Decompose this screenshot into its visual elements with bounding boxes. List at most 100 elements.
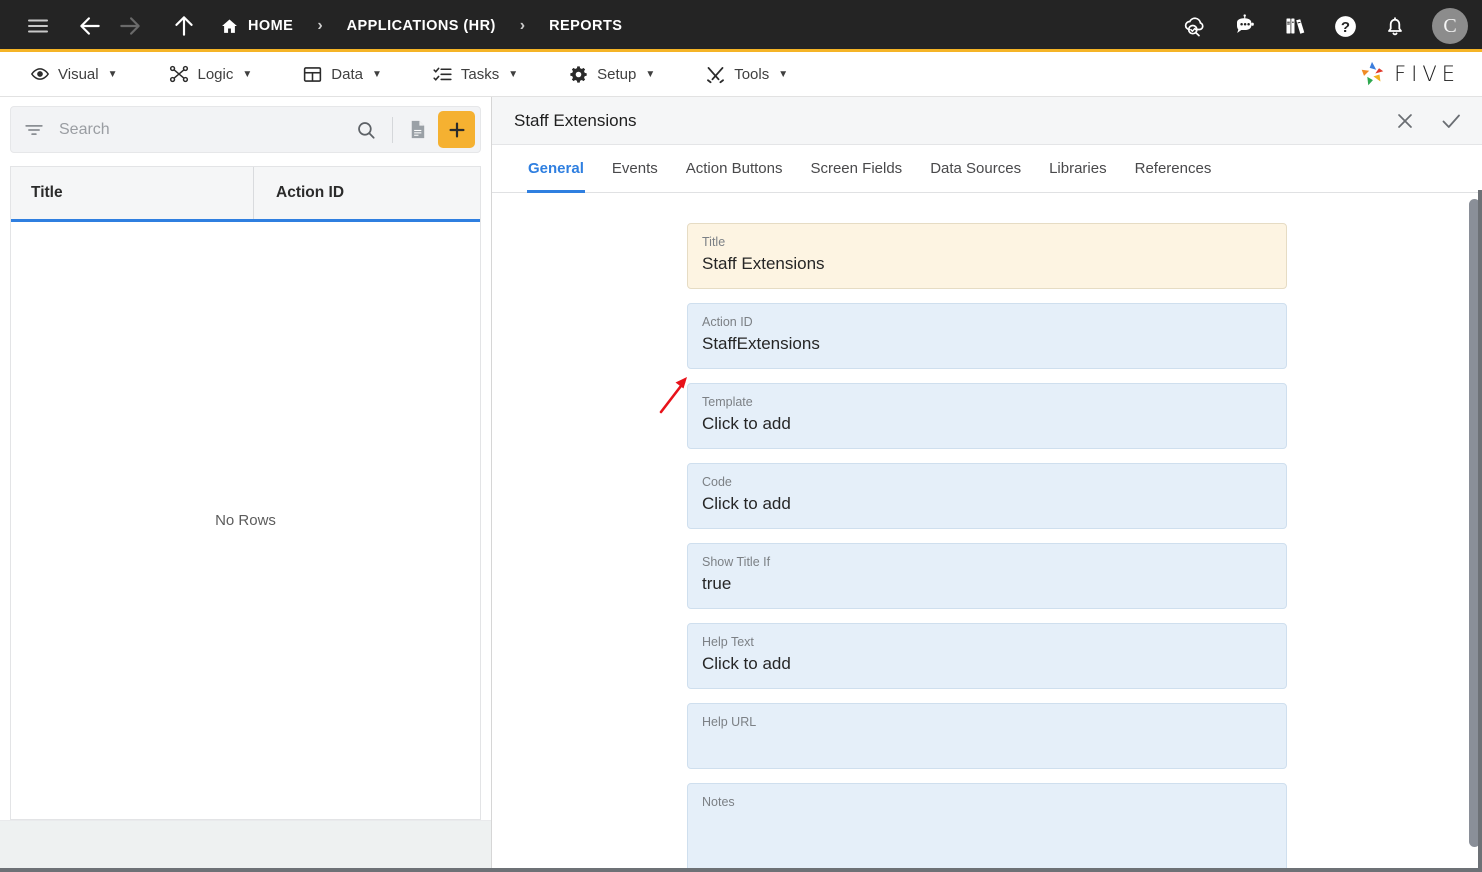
field-title[interactable]: Title Staff Extensions (687, 223, 1287, 289)
chevron-down-icon: ▼ (108, 69, 118, 80)
home-icon (220, 17, 239, 36)
svg-text:?: ? (1340, 19, 1349, 36)
menu-item-label: Tasks (461, 66, 499, 83)
gear-icon (568, 64, 589, 85)
tab-data-sources[interactable]: Data Sources (916, 145, 1035, 192)
chevron-right-icon: › (317, 17, 322, 35)
app-root: HOME › APPLICATIONS (HR) › REPORTS ? (0, 0, 1482, 872)
breadcrumb-item-reports[interactable]: REPORTS (545, 12, 626, 40)
breadcrumb-item-home[interactable]: HOME (216, 11, 297, 42)
field-label: Help URL (702, 715, 1272, 730)
tab-screen-fields[interactable]: Screen Fields (796, 145, 916, 192)
cloud-check-icon[interactable] (1174, 5, 1216, 47)
breadcrumb-label: APPLICATIONS (HR) (347, 18, 496, 34)
field-label: Show Title If (702, 555, 1272, 570)
menu-item-data[interactable]: Data ▼ (288, 58, 396, 91)
tab-events[interactable]: Events (598, 145, 672, 192)
arrow-right-icon[interactable] (110, 6, 150, 46)
search-icon[interactable] (347, 119, 385, 141)
field-value: Staff Extensions (702, 253, 1272, 276)
field-label: Action ID (702, 315, 1272, 330)
chevron-right-icon: › (520, 17, 525, 35)
hamburger-icon[interactable] (18, 6, 58, 46)
arrow-left-icon[interactable] (70, 6, 110, 46)
menu-item-label: Visual (58, 66, 99, 83)
grid-footer (0, 820, 491, 868)
menu-item-tasks[interactable]: Tasks ▼ (418, 58, 532, 91)
field-notes[interactable]: Notes (687, 783, 1287, 868)
bell-icon[interactable] (1374, 5, 1416, 47)
arrow-up-icon[interactable] (164, 6, 204, 46)
field-value: true (702, 573, 1272, 596)
field-label: Template (702, 395, 1272, 410)
records-grid: Title Action ID No Rows (10, 166, 481, 820)
field-show-title-if[interactable]: Show Title If true (687, 543, 1287, 609)
grid-header-row: Title Action ID (11, 167, 480, 222)
detail-form-scroll-area: Title Staff Extensions Action ID StaffEx… (492, 193, 1482, 868)
field-label: Help Text (702, 635, 1272, 650)
search-input[interactable] (45, 121, 347, 139)
menu-item-setup[interactable]: Setup ▼ (554, 58, 669, 91)
field-help-url[interactable]: Help URL (687, 703, 1287, 769)
logic-nodes-icon (168, 63, 190, 85)
field-value: Click to add (702, 653, 1272, 676)
books-icon[interactable] (1274, 5, 1316, 47)
field-value: Click to add (702, 493, 1272, 516)
chat-bot-icon[interactable] (1224, 5, 1266, 47)
filter-icon[interactable] (23, 119, 45, 141)
field-label: Title (702, 235, 1272, 250)
grid-column-action-id[interactable]: Action ID (253, 167, 480, 219)
search-toolbar (10, 106, 481, 153)
window-bottom-edge (0, 868, 1482, 872)
field-help-text[interactable]: Help Text Click to add (687, 623, 1287, 689)
brand-logo: FIVE (1357, 59, 1460, 89)
chevron-down-icon: ▼ (645, 69, 655, 80)
toolbar-divider (392, 117, 393, 143)
tab-action-buttons[interactable]: Action Buttons (672, 145, 797, 192)
window-scrollbar-track[interactable] (1478, 190, 1482, 872)
five-pinwheel-logo-icon (1357, 59, 1387, 89)
field-value (702, 813, 1272, 836)
document-icon[interactable] (400, 113, 434, 147)
chevron-down-icon: ▼ (508, 69, 518, 80)
chevron-down-icon: ▼ (242, 69, 252, 80)
eye-icon (30, 64, 50, 84)
tab-general[interactable]: General (514, 145, 598, 192)
tools-icon (705, 64, 726, 85)
grid-body: No Rows (11, 222, 480, 819)
detail-header-actions (1392, 108, 1464, 134)
chevron-down-icon: ▼ (372, 69, 382, 80)
menu-item-label: Tools (734, 66, 769, 83)
avatar[interactable]: C (1432, 8, 1468, 44)
field-template[interactable]: Template Click to add (687, 383, 1287, 449)
breadcrumb-label: REPORTS (549, 18, 622, 34)
breadcrumb: HOME › APPLICATIONS (HR) › REPORTS (216, 11, 626, 42)
menu-item-logic[interactable]: Logic ▼ (154, 57, 267, 91)
breadcrumb-label: HOME (248, 18, 293, 34)
grid-empty-message: No Rows (215, 512, 276, 529)
page-title: Staff Extensions (514, 111, 637, 131)
help-icon[interactable]: ? (1324, 5, 1366, 47)
field-action-id[interactable]: Action ID StaffExtensions (687, 303, 1287, 369)
detail-tabs: General Events Action Buttons Screen Fie… (492, 145, 1482, 193)
record-detail-panel: Staff Extensions General Events Action B… (492, 97, 1482, 868)
application-menu-bar: Visual ▼ Logic ▼ Data ▼ Tasks ▼ (0, 52, 1482, 97)
menu-item-tools[interactable]: Tools ▼ (691, 58, 802, 91)
field-label: Code (702, 475, 1272, 490)
field-value: Click to add (702, 413, 1272, 436)
field-code[interactable]: Code Click to add (687, 463, 1287, 529)
main-body: Title Action ID No Rows Staff Extensions (0, 97, 1482, 868)
close-icon[interactable] (1392, 108, 1418, 134)
tab-libraries[interactable]: Libraries (1035, 145, 1121, 192)
topbar-actions: ? C (1174, 5, 1468, 47)
records-list-panel: Title Action ID No Rows (0, 97, 492, 868)
menu-item-label: Data (331, 66, 363, 83)
grid-column-title[interactable]: Title (11, 167, 253, 219)
breadcrumb-item-applications[interactable]: APPLICATIONS (HR) (343, 12, 500, 40)
tab-references[interactable]: References (1121, 145, 1226, 192)
menu-item-label: Setup (597, 66, 636, 83)
add-record-button[interactable] (438, 111, 475, 148)
check-icon[interactable] (1438, 108, 1464, 134)
menu-item-visual[interactable]: Visual ▼ (16, 58, 132, 90)
detail-header: Staff Extensions (492, 97, 1482, 145)
